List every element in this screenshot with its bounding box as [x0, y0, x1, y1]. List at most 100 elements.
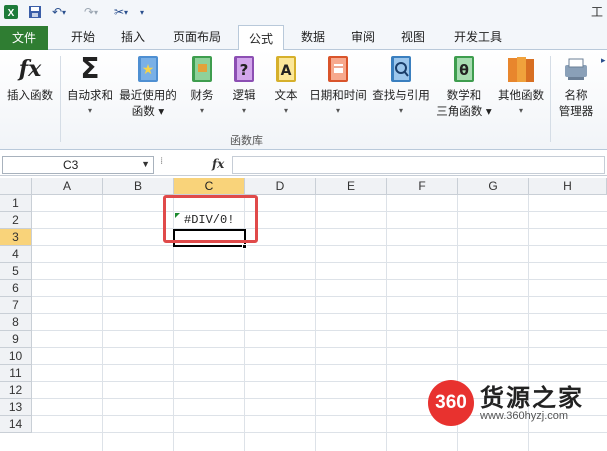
- watermark-logo: 360: [428, 380, 474, 426]
- lookup-book-icon: [386, 54, 416, 84]
- logic-book-icon: ?: [229, 54, 259, 84]
- row-header[interactable]: 11: [0, 365, 32, 382]
- finance-book-icon: [187, 54, 217, 84]
- fx-icon: fx: [18, 56, 42, 82]
- row-header[interactable]: 2: [0, 212, 32, 229]
- tab-home[interactable]: 开始: [58, 24, 108, 50]
- excel-app-icon[interactable]: X: [2, 3, 20, 21]
- gridline: [315, 195, 316, 451]
- select-all-corner[interactable]: [0, 178, 32, 195]
- math-trig-button[interactable]: θ 数学和 三角函数 ▾: [434, 54, 494, 119]
- undo-icon[interactable]: ↶ ▾: [48, 3, 70, 21]
- lookup-reference-button[interactable]: 查找与引用 ▾: [370, 54, 432, 119]
- svg-text:?: ?: [240, 61, 249, 79]
- star-book-icon: ★: [133, 54, 163, 84]
- chevron-down-icon[interactable]: ▼: [141, 159, 150, 169]
- row-header[interactable]: 7: [0, 297, 32, 314]
- svg-text:A: A: [281, 63, 292, 79]
- gridline: [32, 296, 607, 297]
- row-header[interactable]: 8: [0, 314, 32, 331]
- name-box[interactable]: C3 ▼: [2, 156, 154, 174]
- ribbon-separator: [550, 56, 551, 142]
- svg-text:θ: θ: [459, 63, 469, 79]
- name-box-value: C3: [63, 158, 79, 172]
- row-header[interactable]: 5: [0, 263, 32, 280]
- svg-text:★: ★: [142, 62, 155, 78]
- row-header[interactable]: 9: [0, 331, 32, 348]
- tab-file[interactable]: 文件: [0, 26, 48, 50]
- define-name-icon[interactable]: ▸: [601, 56, 606, 66]
- ribbon-body: fx 插入函数 Σ 自动求和 ▾ ★ 最近使用的 函数 ▾ 财务 ▾ ? 逻辑 …: [0, 50, 607, 150]
- date-time-button[interactable]: 日期和时间 ▾: [306, 54, 370, 119]
- insert-function-button[interactable]: fx 插入函数: [2, 54, 58, 103]
- column-header[interactable]: B: [103, 178, 174, 195]
- tab-review[interactable]: 审阅: [340, 24, 386, 50]
- gridline: [32, 211, 607, 212]
- ribbon-tabs: 文件 开始 插入 页面布局 公式 数据 审阅 视图 开发工具: [0, 24, 607, 51]
- logical-button[interactable]: ? 逻辑 ▾: [226, 54, 262, 119]
- tab-data[interactable]: 数据: [290, 24, 336, 50]
- svg-text:X: X: [8, 8, 15, 19]
- gridline: [32, 228, 607, 229]
- tools-icon[interactable]: ✂ ▾: [110, 3, 132, 21]
- sigma-icon: Σ: [80, 52, 100, 85]
- formula-input[interactable]: [232, 156, 605, 174]
- column-header[interactable]: D: [245, 178, 316, 195]
- column-header[interactable]: G: [458, 178, 529, 195]
- row-header[interactable]: 4: [0, 246, 32, 263]
- formula-bar-splitter[interactable]: ⁞: [160, 156, 174, 174]
- gridline: [32, 313, 607, 314]
- row-header[interactable]: 6: [0, 280, 32, 297]
- save-icon[interactable]: [26, 3, 44, 21]
- gridline: [386, 195, 387, 451]
- watermark: 360 货源之家 www.360hyzj.com: [428, 376, 607, 432]
- gridline: [32, 245, 607, 246]
- tab-page-layout[interactable]: 页面布局: [162, 24, 232, 50]
- group-label-function-library: 函数库: [230, 134, 263, 147]
- theta-book-icon: θ: [449, 54, 479, 84]
- gridline: [102, 195, 103, 451]
- name-manager-button[interactable]: 名称 管理器: [553, 54, 599, 119]
- tab-formulas[interactable]: 公式: [238, 25, 284, 51]
- gridline: [32, 432, 607, 433]
- watermark-name: 货源之家: [480, 384, 584, 412]
- watermark-url: www.360hyzj.com: [480, 410, 569, 422]
- redo-icon[interactable]: ↷ ▾: [80, 3, 102, 21]
- ribbon-separator: [60, 56, 61, 142]
- gridline: [32, 279, 607, 280]
- window-title: 工: [590, 5, 603, 19]
- column-header[interactable]: C: [174, 178, 245, 195]
- text-book-icon: A: [271, 54, 301, 84]
- autosum-button[interactable]: Σ 自动求和 ▾: [64, 54, 116, 119]
- quick-access-toolbar: X ↶ ▾ ↷ ▾ ✂ ▾ ▾ 工: [0, 0, 607, 24]
- text-button[interactable]: A 文本 ▾: [268, 54, 304, 119]
- more-books-icon: [506, 54, 536, 84]
- date-book-icon: [323, 54, 353, 84]
- tab-view[interactable]: 视图: [390, 24, 436, 50]
- row-header[interactable]: 12: [0, 382, 32, 399]
- row-header[interactable]: 10: [0, 348, 32, 365]
- recently-used-button[interactable]: ★ 最近使用的 函数 ▾: [116, 54, 180, 119]
- row-header[interactable]: 14: [0, 416, 32, 433]
- gridline: [32, 330, 607, 331]
- row-header[interactable]: 13: [0, 399, 32, 416]
- column-header[interactable]: H: [529, 178, 607, 195]
- annotation-highlight-box: [163, 195, 258, 243]
- row-header[interactable]: 1: [0, 195, 32, 212]
- gridline: [32, 262, 607, 263]
- gridline: [32, 347, 607, 348]
- column-header[interactable]: E: [316, 178, 387, 195]
- name-manager-icon: [561, 54, 591, 84]
- more-functions-button[interactable]: 其他函数 ▾: [494, 54, 548, 119]
- gridline: [32, 364, 607, 365]
- tab-developer[interactable]: 开发工具: [446, 24, 510, 50]
- row-header[interactable]: 3: [0, 229, 32, 246]
- formula-bar: C3 ▼ ⁞ fx: [0, 154, 607, 176]
- tab-insert[interactable]: 插入: [110, 24, 156, 50]
- insert-function-icon[interactable]: fx: [212, 157, 224, 171]
- column-header[interactable]: F: [387, 178, 458, 195]
- fill-handle[interactable]: [242, 244, 247, 249]
- column-header[interactable]: A: [32, 178, 103, 195]
- financial-button[interactable]: 财务 ▾: [184, 54, 220, 119]
- customize-qat-icon[interactable]: ▾: [136, 3, 148, 21]
